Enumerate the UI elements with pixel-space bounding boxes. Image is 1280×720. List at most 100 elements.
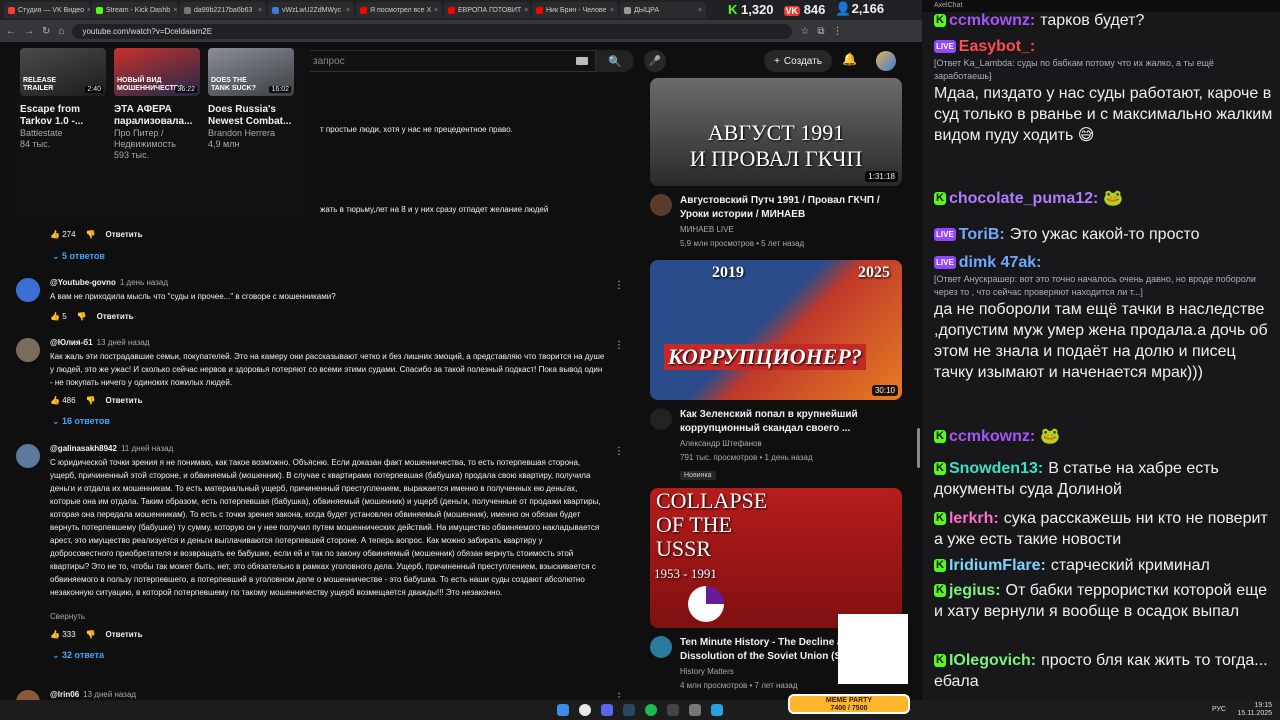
reply-button[interactable]: Ответить — [97, 312, 134, 321]
tab-close-icon[interactable]: × — [173, 7, 177, 14]
lang-indicator[interactable]: РУС — [1212, 706, 1226, 714]
reply-button[interactable]: Ответить — [106, 230, 143, 239]
scrollbar-thumb[interactable] — [917, 428, 920, 468]
comment-avatar[interactable] — [16, 444, 40, 468]
recommended-video[interactable]: 2019 2025 КОРРУПЦИОНЕР? 30:10 Как Зеленский … — [650, 260, 902, 482]
comment-author[interactable]: @Юлия-б1 13 дней назад — [50, 338, 606, 347]
chat-username[interactable]: jegius: — [949, 582, 1001, 599]
chat-username[interactable]: ccmkownz: — [949, 428, 1035, 445]
search-button[interactable]: 🔍 — [596, 50, 634, 72]
create-button[interactable]: + Создать — [764, 50, 832, 72]
chat-username[interactable]: Snowden13: — [949, 460, 1043, 477]
channel-avatar[interactable] — [650, 194, 672, 216]
keyboard-icon[interactable] — [576, 57, 588, 65]
preview-thumbnail[interactable]: RELEASE TRAILER 2:40 — [20, 48, 106, 96]
like-button[interactable]: 👍 486 — [50, 396, 76, 405]
recommended-thumbnail[interactable]: 2019 2025 КОРРУПЦИОНЕР? 30:10 — [650, 260, 902, 400]
preview-thumbnail[interactable]: НОВЫЙ ВИД МОШЕННИЧЕСТВА 36:22 — [114, 48, 200, 96]
account-avatar[interactable] — [876, 51, 896, 71]
browser-tab[interactable]: Stream - Kick Dashb × — [92, 2, 178, 18]
search-input[interactable]: запрос — [300, 50, 596, 72]
replies-toggle[interactable]: ⌄ 16 ответов — [52, 416, 110, 427]
home-icon[interactable]: ⌂ — [58, 26, 64, 37]
reply-button[interactable]: Ответить — [106, 396, 143, 405]
browser-tab[interactable]: Я посмотрел все Х × — [356, 2, 442, 18]
preview-video[interactable]: DOES THE TANK SUCK? 16:02 Does Russia's Ne… — [208, 48, 294, 150]
chat-username[interactable]: ToriB: — [959, 226, 1005, 243]
dislike-icon[interactable]: 👎 — [86, 230, 96, 239]
reply-button[interactable]: Ответить — [106, 630, 143, 639]
recommended-thumbnail[interactable]: АВГУСТ 1991 И ПРОВАЛ ГКЧП 1:31:18 — [650, 78, 902, 186]
spotify-icon[interactable] — [645, 704, 657, 716]
preview-thumbnail[interactable]: DOES THE TANK SUCK? 16:02 — [208, 48, 294, 96]
comment-more-icon[interactable]: ⋮ — [614, 446, 624, 457]
comment-more-icon[interactable]: ⋮ — [614, 340, 624, 351]
comment-author[interactable]: @galinasakh8942 11 дней назад — [50, 444, 606, 453]
chat-username[interactable]: IOlegovich: — [949, 652, 1036, 669]
channel-avatar[interactable] — [650, 408, 672, 430]
chrome-icon[interactable] — [579, 704, 591, 716]
chat-username[interactable]: Easybot_: — [959, 38, 1035, 55]
like-button[interactable]: 👍 333 — [50, 630, 76, 639]
like-button[interactable]: 👍 5 — [50, 312, 67, 321]
browser-tab[interactable]: Студия — VK Видео × — [4, 2, 90, 18]
tab-close-icon[interactable]: × — [698, 7, 702, 14]
replies-toggle[interactable]: ⌄ 5 ответов — [52, 251, 105, 262]
chat-username[interactable]: lerkrh: — [949, 510, 999, 527]
start-icon[interactable] — [557, 704, 569, 716]
mic-icon[interactable]: 🎤 — [644, 50, 666, 72]
forward-icon[interactable]: → — [24, 26, 34, 37]
preview-title[interactable]: Escape from Tarkov 1.0 -... — [20, 104, 106, 128]
browser-tab[interactable]: Ник Брин - Челове × — [532, 2, 618, 18]
tab-close-icon[interactable]: × — [434, 7, 438, 14]
tab-close-icon[interactable]: × — [524, 7, 528, 14]
steam-icon[interactable] — [623, 704, 635, 716]
preview-title[interactable]: ЭТА АФЕРА парализовала... — [114, 104, 200, 128]
channel-avatar[interactable] — [650, 636, 672, 658]
dislike-icon[interactable]: 👎 — [77, 312, 87, 321]
like-button[interactable]: 👍 274 — [50, 230, 76, 239]
comment-more-icon[interactable]: ⋮ — [614, 280, 624, 291]
dislike-icon[interactable]: 👎 — [86, 396, 96, 405]
comment-author[interactable]: @lrin06 13 дней назад — [50, 690, 606, 699]
clock-date[interactable]: 15.11.2025 — [1237, 710, 1272, 718]
comment-avatar[interactable] — [16, 278, 40, 302]
tab-close-icon[interactable]: × — [346, 7, 350, 14]
extensions-icon[interactable]: ⧉ — [817, 26, 824, 37]
recommended-thumbnail[interactable]: COLLAPSE OF THE USSR 1953 - 1991 — [650, 488, 902, 628]
preview-video[interactable]: RELEASE TRAILER 2:40 Escape from Tarkov 1.… — [20, 48, 106, 150]
browser-tab[interactable]: ЕВРОПА ГОТОВИТ × — [444, 2, 530, 18]
recommended-title[interactable]: Как Зеленский попал в крупнейший коррупц… — [680, 408, 902, 436]
comment-author[interactable]: @Youtube-govno 1 день назад — [50, 278, 606, 287]
recommended-title[interactable]: Августовский Путч 1991 / Провал ГКЧП / У… — [680, 194, 902, 222]
recommended-channel[interactable]: МИНАЕВ LIVE — [680, 224, 902, 236]
recommended-channel[interactable]: Александр Штефанов — [680, 438, 902, 450]
tab-close-icon[interactable]: × — [610, 7, 614, 14]
telegram-icon[interactable] — [711, 704, 723, 716]
page-scrollbar[interactable] — [914, 42, 922, 692]
recommended-video[interactable]: АВГУСТ 1991 И ПРОВАЛ ГКЧП 1:31:18 Августовс… — [650, 78, 902, 250]
browser-tab[interactable]: da99b2217ba6b63 × — [180, 2, 266, 18]
replies-toggle[interactable]: ⌄ 32 ответа — [52, 650, 104, 661]
discord-icon[interactable] — [601, 704, 613, 716]
dislike-icon[interactable]: 👎 — [86, 630, 96, 639]
notifications-bell-icon[interactable]: 🔔 — [842, 52, 857, 66]
app-icon[interactable] — [689, 704, 701, 716]
url-field[interactable]: youtube.com/watch?v=Dceldaiam2E — [72, 23, 793, 39]
clock-time[interactable]: 19:15 — [1237, 702, 1272, 710]
bookmark-star-icon[interactable]: ☆ — [800, 26, 809, 37]
comment-avatar[interactable] — [16, 338, 40, 362]
obs-icon[interactable] — [667, 704, 679, 716]
chat-username[interactable]: IridiumFlare: — [949, 557, 1046, 574]
chat-username[interactable]: chocolate_puma12: — [949, 190, 1098, 207]
back-icon[interactable]: ← — [6, 26, 16, 37]
chat-username[interactable]: dimk 47ak: — [959, 254, 1042, 271]
tab-close-icon[interactable]: × — [87, 7, 90, 14]
browser-tab[interactable]: vWzLwU2ZdMWyc × — [268, 2, 354, 18]
preview-video[interactable]: НОВЫЙ ВИД МОШЕННИЧЕСТВА 36:22 ЭТА АФЕРА па… — [114, 48, 200, 161]
collapse-button[interactable]: Свернуть — [50, 612, 85, 621]
reload-icon[interactable]: ↻ — [42, 26, 50, 37]
preview-title[interactable]: Does Russia's Newest Combat... — [208, 104, 294, 128]
chat-username[interactable]: ccmkownz: — [949, 12, 1035, 29]
tab-close-icon[interactable]: × — [258, 7, 262, 14]
